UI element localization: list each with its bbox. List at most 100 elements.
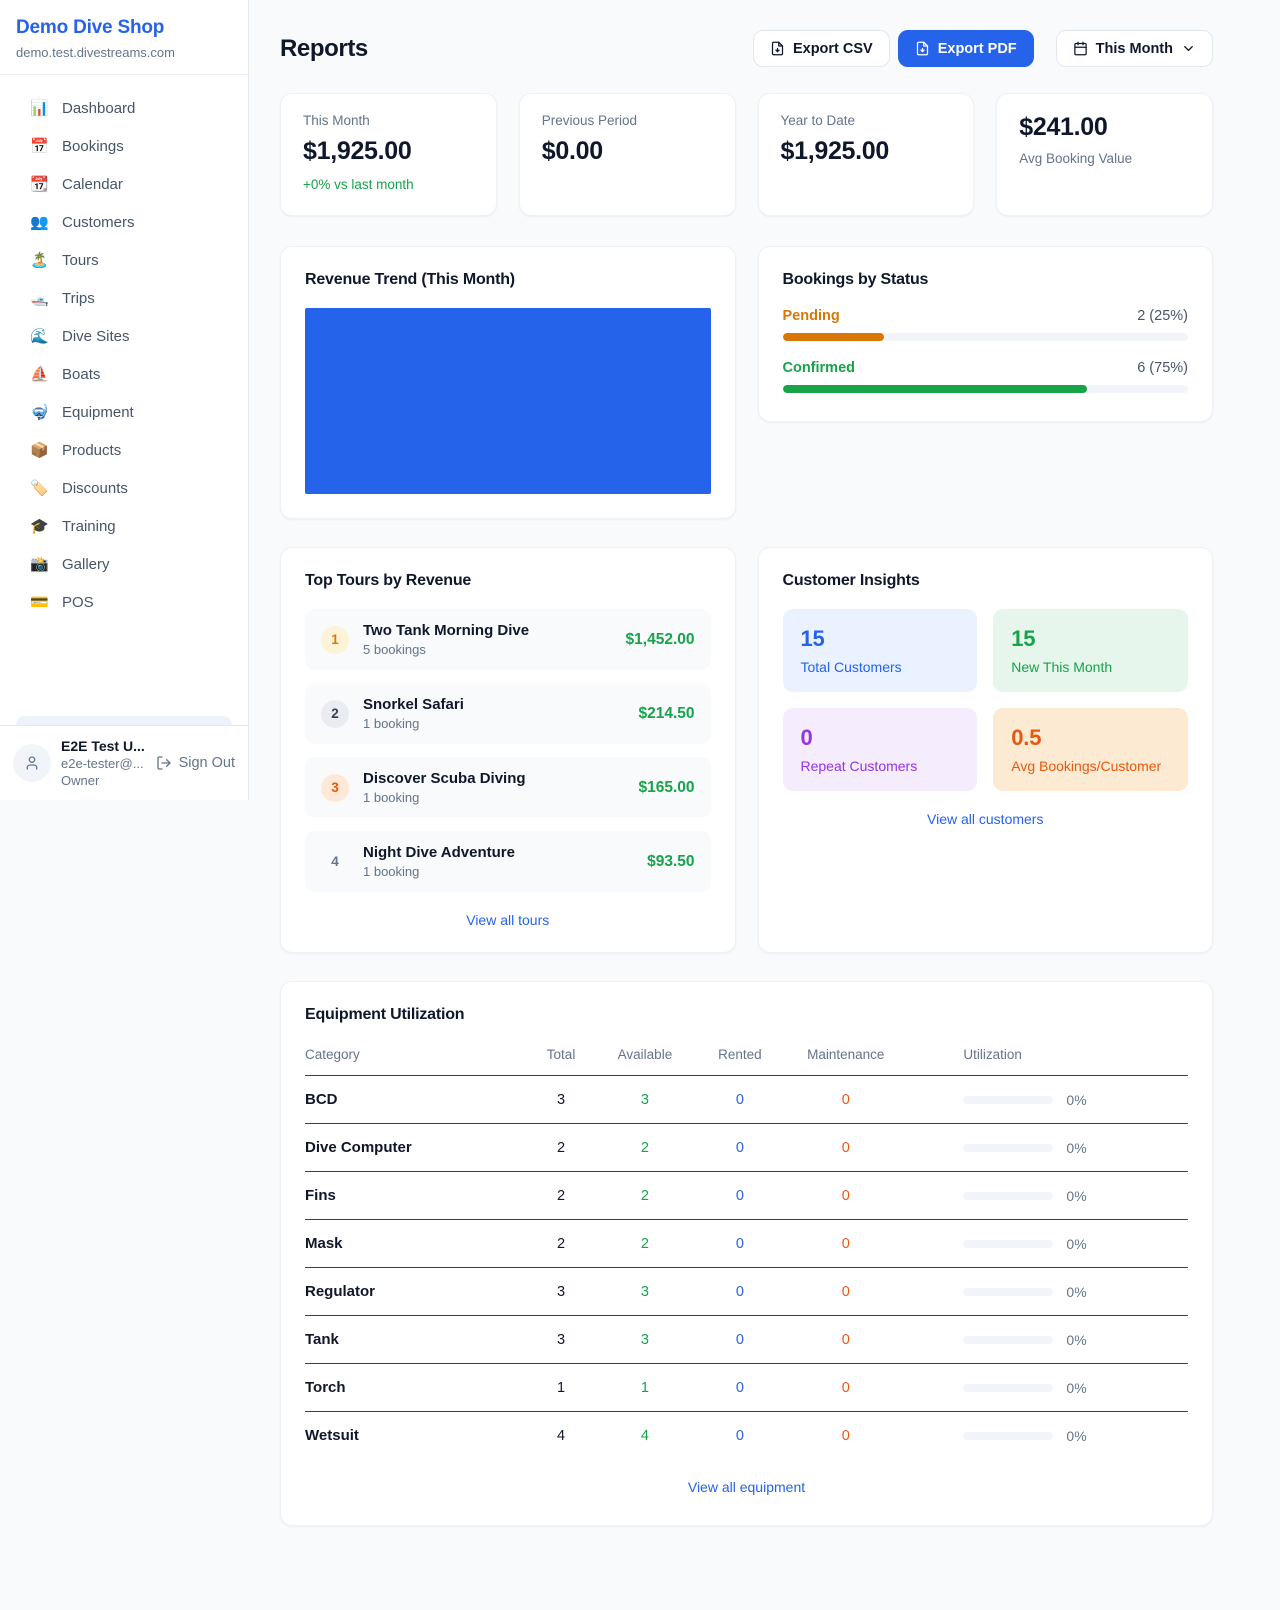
cell-total: 3 [526,1268,597,1316]
cell-maintenance: 0 [786,1412,905,1460]
table-row: Torch 1 1 0 0 0% [305,1364,1188,1412]
wave-icon: 🌊 [30,327,49,345]
view-all-customers-link[interactable]: View all customers [783,811,1189,827]
utilization-percent: 0% [1066,1236,1086,1252]
camera-icon: 📸 [30,555,49,573]
cell-total: 2 [526,1172,597,1220]
cell-available: 1 [596,1364,693,1412]
sidebar-item-label: Equipment [62,404,134,421]
status-value: 6 (75%) [1137,360,1188,376]
utilization-percent: 0% [1066,1092,1086,1108]
export-pdf-button[interactable]: Export PDF [898,30,1034,67]
tour-bookings: 1 booking [363,790,624,805]
user-role: Owner [61,773,146,788]
sidebar-item-training[interactable]: 🎓 Training [16,507,232,545]
diving-mask-icon: 🤿 [30,403,49,421]
file-download-icon [915,41,930,56]
status-label: Confirmed [783,360,856,376]
cell-category: Dive Computer [305,1124,526,1172]
cell-maintenance: 0 [786,1364,905,1412]
utilization-cell: 0% [905,1428,1188,1444]
sidebar-item-label: Products [62,442,121,459]
cell-total: 3 [526,1316,597,1364]
equipment-utilization-title: Equipment Utilization [305,1006,1188,1024]
sidebar-item-products[interactable]: 📦 Products [16,431,232,469]
sidebar-item-customers[interactable]: 👥 Customers [16,203,232,241]
progress-track [783,333,1189,341]
table-row: BCD 3 3 0 0 0% [305,1076,1188,1124]
view-all-equipment-link[interactable]: View all equipment [305,1479,1188,1495]
top-tours-title: Top Tours by Revenue [305,572,711,590]
utilization-bar [963,1240,1053,1248]
revenue-trend-chart [305,308,711,494]
sidebar-item-trips[interactable]: 🛥️ Trips [16,279,232,317]
sailboat-icon: ⛵ [30,365,49,383]
utilization-bar [963,1288,1053,1296]
sidebar-item-active-partial[interactable] [16,716,232,725]
sidebar-item-label: Gallery [62,556,110,573]
tile-repeat-customers: 0 Repeat Customers [783,708,978,791]
user-email: e2e-tester@... [61,756,146,771]
progress-track [783,385,1189,393]
cell-available: 2 [596,1124,693,1172]
equipment-table: Category Total Available Rented Maintena… [305,1037,1188,1459]
stat-card-year-to-date: Year to Date $1,925.00 [758,93,975,216]
utilization-bar [963,1336,1053,1344]
sidebar-item-dive-sites[interactable]: 🌊 Dive Sites [16,317,232,355]
progress-fill-pending [783,333,884,341]
chevron-down-icon [1181,41,1196,56]
rank-badge: 3 [321,774,349,802]
person-icon [24,755,40,771]
rank-badge: 1 [321,626,349,654]
table-row: Tank 3 3 0 0 0% [305,1316,1188,1364]
status-value: 2 (25%) [1137,308,1188,324]
tour-bookings: 1 booking [363,716,624,731]
period-dropdown[interactable]: This Month [1056,30,1213,67]
cell-rented: 0 [694,1316,787,1364]
cell-maintenance: 0 [786,1220,905,1268]
cell-category: Fins [305,1172,526,1220]
brand-header: Demo Dive Shop demo.test.divestreams.com [0,0,248,75]
sidebar-item-label: Dive Sites [62,328,130,345]
tile-label: Repeat Customers [801,758,960,774]
col-category: Category [305,1037,526,1076]
sidebar-item-label: Discounts [62,480,128,497]
sidebar-item-boats[interactable]: ⛵ Boats [16,355,232,393]
stat-label: Previous Period [542,113,713,128]
view-all-tours-link[interactable]: View all tours [305,912,711,928]
sidebar-item-discounts[interactable]: 🏷️ Discounts [16,469,232,507]
bookings-by-status-card: Bookings by Status Pending 2 (25%) Confi… [758,246,1214,422]
sign-out-button[interactable]: Sign Out [156,755,235,771]
export-csv-button[interactable]: Export CSV [753,30,890,67]
tile-label: Avg Bookings/Customer [1011,758,1170,774]
sidebar-item-label: Bookings [62,138,124,155]
export-csv-label: Export CSV [793,41,873,57]
sidebar-item-bookings[interactable]: 📅 Bookings [16,127,232,165]
sidebar-item-pos[interactable]: 💳 POS [16,583,232,621]
sign-out-label: Sign Out [179,755,235,771]
people-icon: 👥 [30,213,49,231]
sidebar-item-tours[interactable]: 🏝️ Tours [16,241,232,279]
sidebar-item-gallery[interactable]: 📸 Gallery [16,545,232,583]
tour-row: 3 Discover Scuba Diving 1 booking $165.0… [305,757,711,818]
sidebar-item-calendar[interactable]: 📆 Calendar [16,165,232,203]
tile-new-this-month: 15 New This Month [993,609,1188,692]
tour-row: 1 Two Tank Morning Dive 5 bookings $1,45… [305,609,711,670]
cell-available: 3 [596,1076,693,1124]
sidebar-nav: 📊 Dashboard 📅 Bookings 📆 Calendar 👥 Cust… [0,75,248,714]
table-row: Dive Computer 2 2 0 0 0% [305,1124,1188,1172]
user-info: E2E Test U... e2e-tester@... Owner [61,738,146,788]
utilization-cell: 0% [905,1380,1188,1396]
cell-rented: 0 [694,1220,787,1268]
tile-value: 15 [1011,626,1170,652]
sidebar-item-equipment[interactable]: 🤿 Equipment [16,393,232,431]
shop-name: Demo Dive Shop [16,17,232,39]
cell-maintenance: 0 [786,1268,905,1316]
cell-available: 4 [596,1412,693,1460]
cell-total: 3 [526,1076,597,1124]
sidebar-item-dashboard[interactable]: 📊 Dashboard [16,89,232,127]
cell-maintenance: 0 [786,1076,905,1124]
cell-category: Mask [305,1220,526,1268]
top-tours-card: Top Tours by Revenue 1 Two Tank Morning … [280,547,736,953]
cell-rented: 0 [694,1412,787,1460]
